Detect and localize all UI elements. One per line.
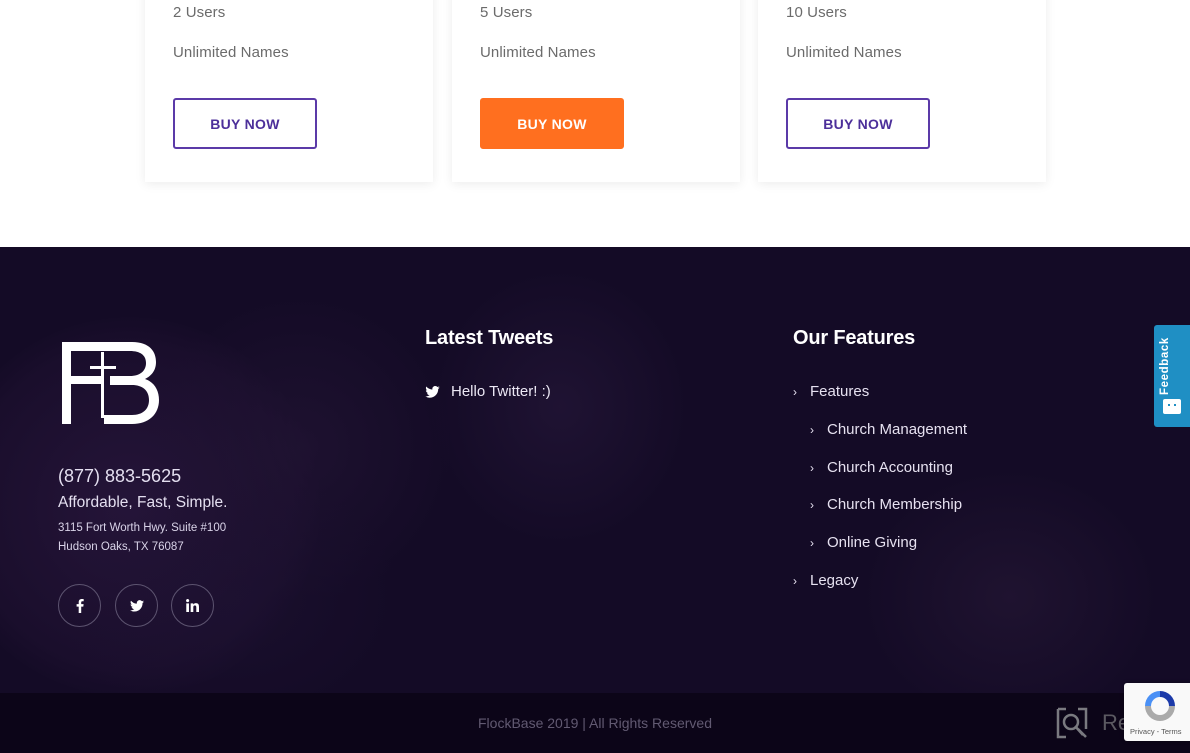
feedback-tab[interactable]: Feedback bbox=[1154, 325, 1190, 427]
features-link[interactable]: › Features bbox=[793, 383, 869, 400]
plan-users: 2 Users bbox=[173, 4, 226, 21]
address-line-2: Hudson Oaks, TX 76087 bbox=[58, 541, 184, 553]
pricing-section: 2 Users Unlimited Names BUY NOW 5 Users … bbox=[0, 0, 1190, 247]
tagline: Affordable, Fast, Simple. bbox=[58, 494, 228, 511]
copyright-text: FlockBase 2019 | All Rights Reserved bbox=[478, 715, 712, 731]
plan-names: Unlimited Names bbox=[173, 44, 289, 61]
background-blob bbox=[430, 267, 690, 547]
chevron-right-icon: › bbox=[810, 460, 814, 475]
church-membership-link[interactable]: › Church Membership bbox=[810, 496, 962, 513]
facebook-button[interactable] bbox=[58, 584, 101, 627]
feedback-smiley-icon bbox=[1163, 399, 1181, 414]
tweet-item[interactable]: Hello Twitter! :) bbox=[425, 383, 551, 400]
phone-number[interactable]: (877) 883-5625 bbox=[58, 466, 181, 487]
buy-now-button[interactable]: BUY NOW bbox=[173, 98, 317, 149]
pricing-card-5-users: 5 Users Unlimited Names BUY NOW bbox=[452, 0, 740, 182]
link-label: Church Accounting bbox=[827, 459, 953, 476]
recaptcha-badge[interactable]: Privacy - Terms bbox=[1124, 683, 1190, 741]
linkedin-icon bbox=[186, 599, 199, 612]
link-label: Features bbox=[810, 383, 870, 400]
address-line-1: 3115 Fort Worth Hwy. Suite #100 bbox=[58, 522, 227, 534]
tweet-text: Hello Twitter! :) bbox=[451, 383, 551, 400]
plan-users: 10 Users bbox=[786, 4, 847, 21]
link-label: Legacy bbox=[810, 572, 859, 589]
recaptcha-icon bbox=[1145, 691, 1175, 721]
linkedin-button[interactable] bbox=[171, 584, 214, 627]
link-label: Church Management bbox=[827, 421, 968, 438]
recaptcha-privacy-terms[interactable]: Privacy - Terms bbox=[1130, 727, 1182, 736]
site-footer: (877) 883-5625 Affordable, Fast, Simple.… bbox=[0, 247, 1190, 693]
chevron-right-icon: › bbox=[793, 573, 797, 588]
flockbase-logo[interactable] bbox=[62, 342, 160, 424]
pricing-card-10-users: 10 Users Unlimited Names BUY NOW bbox=[758, 0, 1046, 182]
chevron-right-icon: › bbox=[810, 535, 814, 550]
plan-names: Unlimited Names bbox=[786, 44, 902, 61]
chevron-right-icon: › bbox=[793, 384, 797, 399]
facebook-icon bbox=[76, 598, 84, 613]
feedback-label: Feedback bbox=[1159, 337, 1171, 395]
church-accounting-link[interactable]: › Church Accounting bbox=[810, 459, 953, 476]
copyright-bar: FlockBase 2019 | All Rights Reserved bbox=[0, 693, 1190, 753]
plan-users: 5 Users bbox=[480, 4, 533, 21]
online-giving-link[interactable]: › Online Giving bbox=[810, 534, 917, 551]
link-label: Online Giving bbox=[827, 534, 918, 551]
church-management-link[interactable]: › Church Management bbox=[810, 421, 967, 438]
twitter-button[interactable] bbox=[115, 584, 158, 627]
our-features-heading: Our Features bbox=[793, 327, 916, 349]
latest-tweets-heading: Latest Tweets bbox=[425, 327, 554, 349]
pricing-card-2-users: 2 Users Unlimited Names BUY NOW bbox=[145, 0, 433, 182]
chevron-right-icon: › bbox=[810, 497, 814, 512]
plan-names: Unlimited Names bbox=[480, 44, 596, 61]
twitter-icon bbox=[129, 599, 144, 612]
legacy-link[interactable]: › Legacy bbox=[793, 572, 858, 589]
buy-now-button[interactable]: BUY NOW bbox=[480, 98, 624, 149]
revain-logo-icon bbox=[1056, 707, 1088, 739]
link-label: Church Membership bbox=[827, 496, 963, 513]
chevron-right-icon: › bbox=[810, 422, 814, 437]
buy-now-button[interactable]: BUY NOW bbox=[786, 98, 930, 149]
twitter-icon bbox=[425, 385, 440, 398]
